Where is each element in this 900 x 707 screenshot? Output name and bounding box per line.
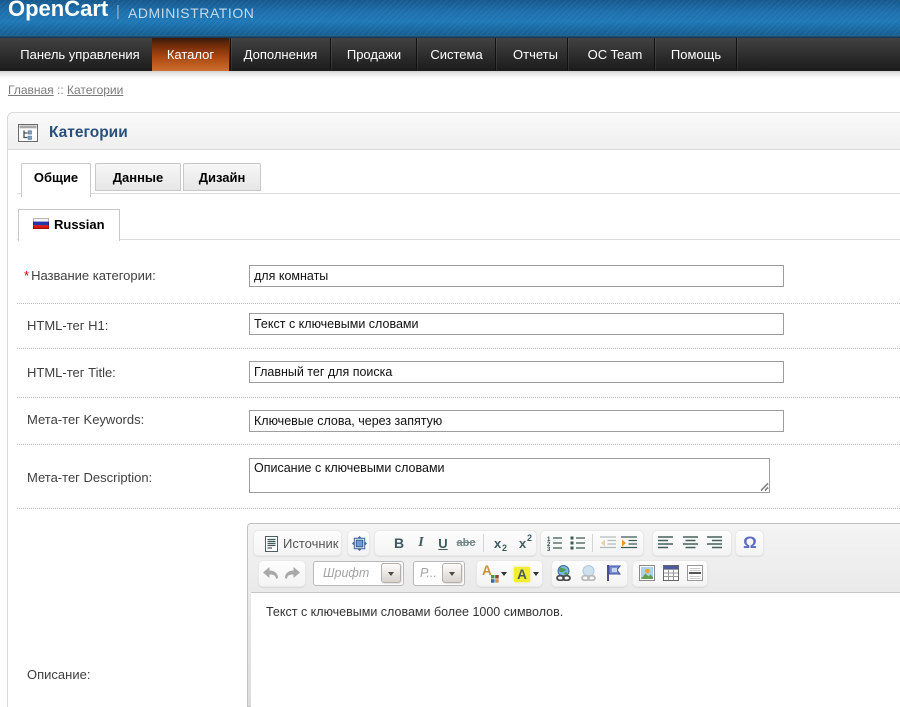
svg-text:3: 3 [547, 547, 551, 551]
